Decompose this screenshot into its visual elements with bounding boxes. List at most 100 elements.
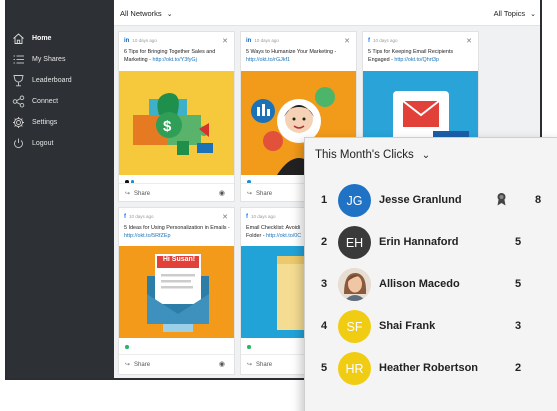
- card-link[interactable]: http://okt.to/0C: [266, 233, 301, 239]
- leaderboard-row[interactable]: 3 Allison Macedo 5: [305, 265, 557, 305]
- card-title: 5 Tips for Keeping Email Recipients Enga…: [368, 48, 474, 64]
- facebook-icon: f: [246, 214, 248, 220]
- avatar: JG: [338, 184, 371, 217]
- sidebar-item-label: Settings: [32, 119, 58, 126]
- click-count: 3: [515, 320, 522, 332]
- sidebar: Home My Shares Leaderboard Connect Setti…: [7, 0, 114, 378]
- rank: 1: [321, 194, 328, 206]
- card-image: Hi Susan!: [119, 246, 234, 338]
- click-count: 8: [535, 194, 542, 206]
- post-time: 10 days ago: [132, 38, 157, 43]
- card-title: 5 Ideas for Using Personalization in Ema…: [124, 224, 230, 240]
- share-label: Share: [256, 191, 273, 197]
- card-link[interactable]: http://okt.to/rGJkf1: [246, 57, 290, 63]
- post-time: 10 days ago: [129, 214, 154, 219]
- facebook-icon: f: [124, 214, 126, 220]
- card-image: $: [119, 71, 234, 175]
- share-label: Share: [134, 191, 151, 197]
- card-link[interactable]: http://okt.to/Qhrt3p: [394, 57, 439, 63]
- share-nodes-icon: [12, 95, 25, 108]
- rank: 4: [321, 320, 328, 332]
- topics-dropdown[interactable]: All Topics ⌄: [494, 9, 536, 18]
- trophy-icon: [13, 75, 24, 87]
- avatar-photo: [338, 268, 371, 301]
- person-name: Heather Robertson: [379, 362, 479, 374]
- share-button[interactable]: ↪ Share: [125, 361, 150, 368]
- share-label: Share: [134, 362, 151, 368]
- sidebar-item-logout[interactable]: Logout: [7, 134, 114, 154]
- dismiss-icon[interactable]: ✕: [222, 213, 228, 221]
- facebook-icon: f: [368, 38, 370, 44]
- sidebar-item-label: Logout: [32, 140, 54, 147]
- content-card[interactable]: in 10 days ago ✕ 6 Tips for Bringing Toge…: [118, 31, 235, 202]
- screenshot-stage: { "sidebar": { "items": [ {"label": "Hom…: [0, 0, 557, 411]
- share-icon: ↪: [247, 362, 253, 368]
- card-meta: f 10 days ago: [124, 214, 154, 220]
- card-title-text: 5 Ideas for Using Personalization in Ema…: [124, 225, 230, 231]
- share-button[interactable]: ↪ Share: [247, 190, 272, 197]
- share-button[interactable]: ↪ Share: [247, 361, 272, 368]
- carousel-dots[interactable]: [247, 345, 251, 349]
- sidebar-item-my-shares[interactable]: My Shares: [7, 50, 114, 70]
- art-caption: Hi Susan!: [162, 256, 196, 263]
- dismiss-icon[interactable]: ✕: [466, 37, 472, 45]
- leaderboard-row[interactable]: 1 JG Jesse Granlund 8: [305, 181, 557, 221]
- gear-icon: [13, 117, 24, 128]
- leaderboard-title: This Month's Clicks: [315, 149, 414, 161]
- card-meta: f 10 days ago: [368, 38, 398, 44]
- card-meta: in 10 days ago: [124, 38, 157, 44]
- award-ribbon-icon: [497, 193, 506, 206]
- puzzle-illustration: $: [133, 93, 213, 155]
- person-name: Jesse Granlund: [379, 194, 462, 206]
- sidebar-item-label: Leaderboard: [32, 77, 72, 84]
- share-button[interactable]: ↪ Share: [125, 190, 150, 197]
- click-count: 2: [515, 362, 522, 374]
- networks-label: All Networks: [120, 9, 162, 18]
- content-card[interactable]: f 10 days ago ✕ 5 Ideas for Using Persona…: [118, 207, 235, 375]
- card-link[interactable]: http://okt.to/Y3fyGj: [152, 57, 196, 63]
- person-name: Allison Macedo: [379, 278, 460, 290]
- card-title: 6 Tips for Bringing Together Sales and M…: [124, 48, 230, 64]
- chevron-down-icon: ⌄: [166, 11, 173, 18]
- svg-text:$: $: [163, 118, 172, 135]
- card-meta: f 10 days ago: [246, 214, 276, 220]
- card-footer: ↪ Share ◉: [119, 354, 234, 374]
- sidebar-item-leaderboard[interactable]: Leaderboard: [7, 71, 114, 91]
- chevron-down-icon: ⌄: [530, 11, 536, 18]
- avatar: SF: [338, 310, 371, 343]
- share-icon: ↪: [125, 191, 131, 197]
- leaderboard-row[interactable]: 4 SF Shai Frank 3: [305, 307, 557, 347]
- card-title-text-2: Folder -: [246, 233, 267, 239]
- preview-eye-icon[interactable]: ◉: [219, 189, 225, 197]
- topics-label: All Topics: [493, 9, 526, 18]
- linkedin-icon: in: [124, 38, 130, 44]
- share-label: Share: [256, 362, 273, 368]
- dismiss-icon[interactable]: ✕: [222, 37, 228, 45]
- dismiss-icon[interactable]: ✕: [344, 37, 350, 45]
- click-count: 5: [515, 236, 522, 248]
- sidebar-item-home[interactable]: Home: [7, 29, 114, 49]
- leaderboard-row[interactable]: 5 HR Heather Robertson 2: [305, 349, 557, 389]
- person-photo: [338, 268, 371, 301]
- leaderboard-row[interactable]: 2 EH Erin Hannaford 5: [305, 223, 557, 263]
- rank: 2: [321, 236, 328, 248]
- networks-dropdown[interactable]: All Networks ⌄: [120, 9, 173, 18]
- sidebar-item-label: Connect: [32, 98, 59, 105]
- linkedin-icon: in: [246, 38, 252, 44]
- preview-eye-icon[interactable]: ◉: [219, 360, 225, 368]
- person-name: Shai Frank: [379, 320, 436, 332]
- share-icon: ↪: [125, 362, 131, 368]
- sidebar-item-settings[interactable]: Settings: [7, 113, 114, 133]
- period-dropdown[interactable]: This Month's Clicks ⌄: [315, 149, 430, 161]
- sidebar-item-label: Home: [32, 35, 52, 42]
- leaderboard-panel: This Month's Clicks ⌄ 1 JG Jesse Granlund…: [304, 137, 557, 411]
- post-time: 10 days ago: [254, 38, 279, 43]
- click-count: 5: [515, 278, 522, 290]
- sidebar-item-connect[interactable]: Connect: [7, 92, 114, 112]
- card-title-text: Email Checklist: Avoidi: [246, 225, 301, 231]
- sidebar-item-label: My Shares: [32, 56, 66, 63]
- carousel-dots[interactable]: [125, 345, 129, 349]
- rank: 3: [321, 278, 328, 290]
- card-link[interactable]: http://okt.to/5RfZEp: [124, 233, 170, 239]
- person-name: Erin Hannaford: [379, 236, 459, 248]
